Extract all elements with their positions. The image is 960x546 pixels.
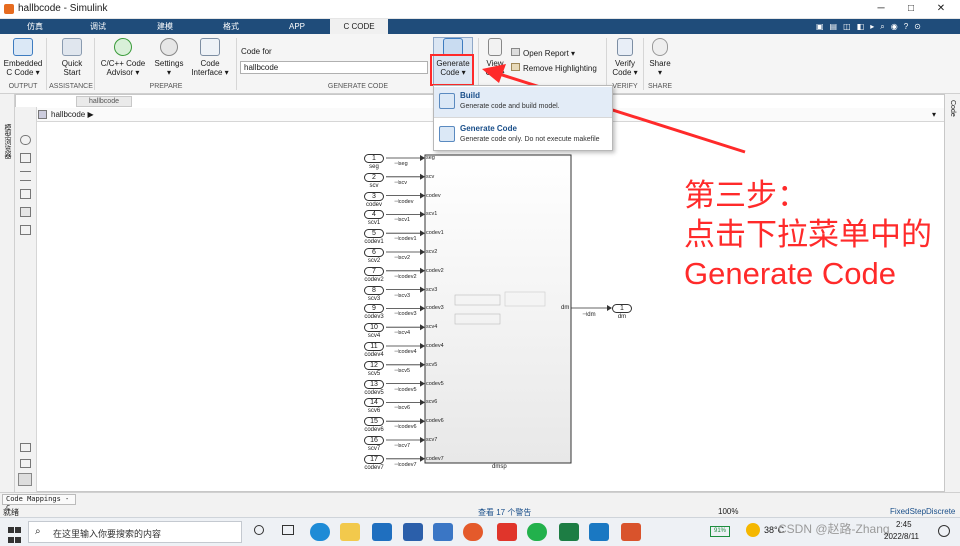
generate-code-icon	[439, 126, 455, 142]
clock-date: 2022/8/11	[884, 532, 919, 541]
weather-icon[interactable]	[746, 523, 760, 537]
windows-start-icon[interactable]	[8, 525, 22, 543]
status-bar: Code Mappings - C 就绪 查看 17 个警告 100% Fixe…	[0, 492, 960, 517]
app-icon[interactable]	[433, 523, 453, 541]
taskbar: ⌕ 在这里输入你要搜索的内容 91% 38°C CSDN @赵路-Zhang 2…	[0, 517, 960, 546]
edge-icon[interactable]	[310, 523, 330, 541]
solver-label[interactable]: FixedStepDiscrete	[890, 507, 955, 516]
excel-icon[interactable]	[559, 523, 579, 541]
clock-time: 2:45	[896, 520, 912, 529]
search-icon: ⌕	[35, 526, 41, 537]
search-placeholder: 在这里输入你要搜索的内容	[53, 529, 162, 539]
arrow-head	[482, 64, 506, 83]
menu-item-build[interactable]: Build Generate code and build model.	[434, 87, 612, 117]
annotation-text: 第三步： 点击下拉菜单中的 Generate Code	[684, 178, 932, 291]
menu-divider	[434, 117, 612, 118]
matlab-icon[interactable]	[621, 523, 641, 541]
wps-icon[interactable]	[497, 523, 517, 541]
notification-icon[interactable]	[938, 525, 950, 537]
taskbar-search-box[interactable]: ⌕ 在这里输入你要搜索的内容	[28, 521, 242, 543]
watermark: CSDN @赵路-Zhang	[778, 522, 890, 536]
menu-item-generate-code[interactable]: Generate Code Generate code only. Do not…	[434, 120, 612, 150]
zoom-level: 100%	[718, 507, 739, 516]
mail-icon[interactable]	[372, 523, 392, 541]
battery-indicator[interactable]: 91%	[710, 526, 730, 537]
task-view-icon[interactable]	[282, 525, 294, 535]
build-icon	[439, 93, 455, 109]
generate-code-dropdown: Build Generate code and build model. Gen…	[433, 85, 613, 151]
mx-icon[interactable]	[589, 523, 609, 541]
word-icon[interactable]	[403, 523, 423, 541]
file-explorer-icon[interactable]	[340, 523, 360, 541]
wechat-icon[interactable]	[527, 523, 547, 541]
code-mappings-tab[interactable]: Code Mappings - C	[2, 494, 76, 512]
cortana-icon[interactable]	[254, 525, 264, 535]
firefox-icon[interactable]	[463, 523, 483, 541]
